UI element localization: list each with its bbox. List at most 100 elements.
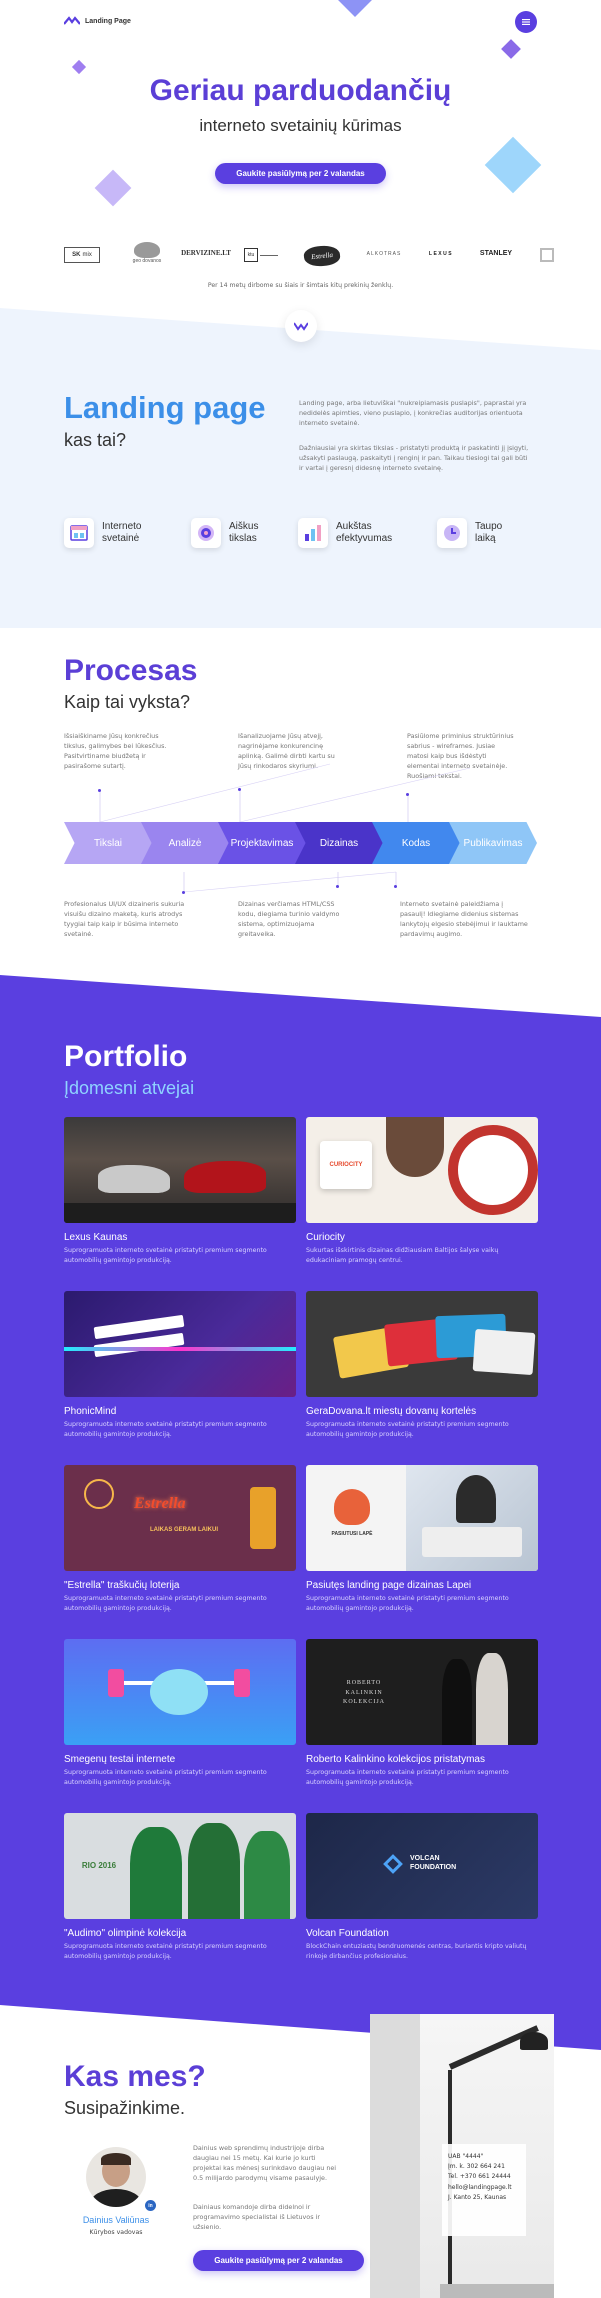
client-logo: DERVIZINE.LT [181,249,231,257]
portfolio-item-title: "Audimo" olimpinė kolekcija [64,1928,187,1939]
client-logo: ALKOTRAS [366,251,402,257]
portfolio-card[interactable]: Smegenų testai internete Suprogramuota i… [64,1639,296,1788]
process-text: Dizainas verčiamas HTML/CSS kodu, diegia… [238,900,340,938]
client-logo: STANLEY [479,250,513,257]
portfolio-item-desc: Suprogramuota interneto svetainė pristat… [64,1421,267,1438]
portfolio-item-desc: Sukurtas išskirtinis dizainas didžiausia… [306,1247,499,1264]
portfolio-item-title: Roberto Kalinkino kolekcijos pristatymas [306,1754,485,1765]
menu-button[interactable] [515,11,537,33]
portfolio-card[interactable]: GeraDovana.lt miestų dovanų kortelės Sup… [306,1291,538,1440]
process-subtitle: Kaip tai vyksta? [64,692,191,712]
client-logo: LEXUS [428,251,454,257]
feature-label: Interneto svetainė [102,521,142,544]
brand-name: Landing Page [85,17,131,25]
portfolio-item-desc: Suprogramuota interneto svetainė pristat… [64,1247,267,1264]
portfolio-item-desc: BlockChain entuziastų bendruomenės centr… [306,1943,527,1960]
portfolio-card[interactable]: Estrella LAIKAS GERAM LAIKUI "Estrella" … [64,1465,296,1614]
portfolio-image [306,1291,538,1397]
portfolio-image: Estrella LAIKAS GERAM LAIKUI [64,1465,296,1571]
portfolio-card[interactable]: RIO 2016 "Audimo" olimpinė kolekcija Sup… [64,1813,296,1962]
decor-diamond [338,0,372,17]
feature-goal: Aiškus tikslas [191,518,279,548]
hero-subtitle: interneto svetainių kūrimas [199,116,402,135]
portfolio-item-desc: Suprogramuota interneto svetainė pristat… [64,1943,267,1960]
decor-diamond [484,136,542,194]
portfolio-image: RIO 2016 [64,1813,296,1919]
team-cta-button[interactable]: Gaukite pasiūlymą per 2 valandas [193,2250,364,2271]
scroll-down-button[interactable] [285,310,317,342]
portfolio-image: ROBERTO KALINKIN KOLEKCIJA [306,1639,538,1745]
portfolio-item-title: "Estrella" traškučių loterija [64,1580,180,1591]
bar-chart-icon [298,518,328,548]
portfolio-item-desc: Suprogramuota interneto svetainė pristat… [306,1421,509,1438]
team-subtitle: Susipažinkime. [64,2098,186,2118]
portfolio-card[interactable]: Lexus Kaunas Suprogramuota interneto sve… [64,1117,296,1266]
portfolio-image: PASIUTUSI LAPĖ [306,1465,538,1571]
portfolio-image [64,1291,296,1397]
process-dot [238,788,241,791]
process-step: Tikslai [64,822,152,864]
portfolio-card[interactable]: ROBERTO KALINKIN KOLEKCIJA Roberto Kalin… [306,1639,538,1788]
portfolio-item-title: Volcan Foundation [306,1928,389,1939]
process-step: Projektavimas [218,822,306,864]
target-icon [191,518,221,548]
about-title: Landing page [64,390,266,425]
portfolio-card[interactable]: VOLCAN FOUNDATION Volcan Foundation Bloc… [306,1813,538,1962]
brand-logo[interactable]: Landing Page [64,16,131,26]
decor-diamond [501,39,521,59]
process-step: Dizainas [295,822,383,864]
team-text-2: Dainiaus komandoje dirba didelnoi ir pro… [193,2203,320,2231]
hero-title: Geriau parduodančių [149,74,452,107]
process-text: Interneto svetainė paleidžiama į pasaulį… [400,900,528,938]
portfolio-item-title: Pasiutęs landing page dizainas Lapei [306,1580,472,1591]
portfolio-item-desc: Suprogramuota interneto svetainė pristat… [64,1769,267,1786]
clients-caption: Per 14 metų dirbome su šiais ir šimtais … [207,282,394,289]
portfolio-card[interactable]: PhonicMind Suprogramuota interneto sveta… [64,1291,296,1440]
client-logo: SK mix [64,247,100,263]
logo-icon [64,16,80,25]
feature-time: Taupo laiką [437,518,525,548]
browser-icon [64,518,94,548]
client-logo [540,248,554,262]
portfolio-subtitle: Įdomesni atvejai [64,1078,195,1098]
hero-cta-button[interactable]: Gaukite pasiūlymą per 2 valandas [215,163,386,184]
portfolio-card[interactable]: PASIUTUSI LAPĖ Pasiutęs landing page diz… [306,1465,538,1614]
portfolio-item-title: PhonicMind [64,1406,117,1417]
client-logo: geo dovanos [127,242,167,270]
process-text: Profesionalus UI/UX dizaineris sukuria v… [64,900,185,938]
portfolio-item-title: Curiocity [306,1232,345,1243]
feature-label: Aiškus tikslas [229,521,259,544]
client-logo: Estrella [303,244,341,268]
feature-label: Taupo laiką [475,521,503,544]
process-title: Procesas [64,654,198,687]
portfolio-image [64,1117,296,1223]
team-text-1: Dainius web sprendimų industrijoje dirba… [193,2144,337,2182]
process-dot [182,891,185,894]
client-logo: ktu [244,247,280,263]
process-step: Publikavimas [449,822,537,864]
portfolio-card[interactable]: CURIOCITY Curiocity Sukurtas išskirtinis… [306,1117,538,1266]
linkedin-icon[interactable]: in [145,2200,156,2211]
office-photo: UAB "4444" Įm. k. 302 664 241 Tel. +370 … [370,2014,554,2298]
client-logos: SK mix geo dovanos DERVIZINE.LT ktu Estr… [64,242,554,272]
process-step: Analizė [141,822,229,864]
about-text-1: Landing page, arba lietuviškai "nukreipi… [299,399,527,427]
feature-website: Interneto svetainė [64,518,152,548]
portfolio-image [64,1639,296,1745]
about-text-2: Dažniausiai yra skirtas tikslas - prista… [299,444,529,472]
process-step: Kodas [372,822,460,864]
process-dot [98,789,101,792]
feature-label: Aukštas efektyvumas [336,521,393,544]
team-member-name: Dainius Valiūnas [82,2215,150,2225]
avatar [86,2147,146,2207]
portfolio-item-title: Lexus Kaunas [64,1232,128,1243]
about-subtitle: kas tai? [64,430,127,450]
portfolio-item-desc: Suprogramuota interneto svetainė pristat… [306,1595,509,1612]
team-title: Kas mes? [64,2060,206,2093]
process-dot [406,793,409,796]
portfolio-item-title: GeraDovana.lt miestų dovanų kortelės [306,1406,477,1417]
decor-diamond [94,169,132,207]
portfolio-item-desc: Suprogramuota interneto svetainė pristat… [64,1595,267,1612]
logo-icon [294,322,308,331]
portfolio-item-desc: Suprogramuota interneto svetainė pristat… [306,1769,509,1786]
